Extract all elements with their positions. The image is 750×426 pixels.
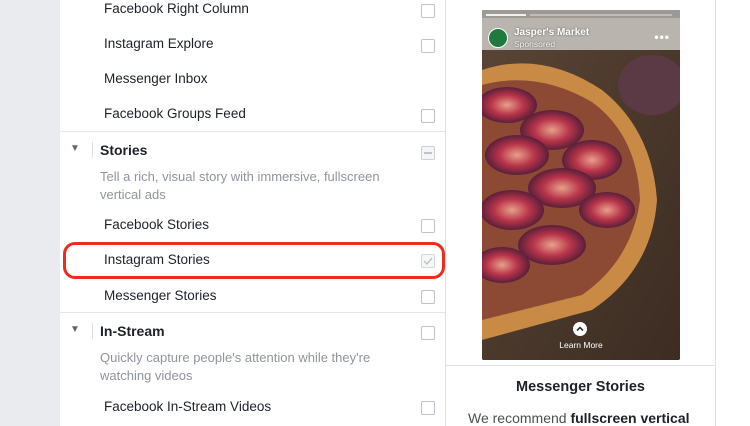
section-title: Stories xyxy=(100,142,148,158)
placement-checkbox[interactable] xyxy=(421,4,435,18)
placement-label: Messenger Inbox xyxy=(104,71,208,86)
section-description: Quickly capture people's attention while… xyxy=(100,350,371,383)
placement-label: Facebook Stories xyxy=(104,217,210,232)
caret-down-icon[interactable]: ▼ xyxy=(70,324,80,335)
chevron-up-circle-icon[interactable] xyxy=(573,322,587,336)
more-horizontal-icon[interactable]: ••• xyxy=(654,30,670,44)
section-divider xyxy=(60,131,445,132)
section-separator xyxy=(92,323,93,339)
story-progress-track xyxy=(530,14,672,16)
placement-checkbox[interactable] xyxy=(421,39,435,53)
placement-checkbox[interactable] xyxy=(421,401,435,415)
brand-avatar[interactable] xyxy=(488,28,508,48)
recommendation-prefix: We recommend xyxy=(468,410,571,426)
chevron-up-icon xyxy=(576,326,584,332)
ad-header: Jasper's Market Sponsored ••• xyxy=(488,18,674,49)
placement-label: Facebook Groups Feed xyxy=(104,106,246,121)
brand-name[interactable]: Jasper's Market xyxy=(514,27,589,38)
placement-label: Facebook Right Column xyxy=(104,1,249,16)
placement-checkbox[interactable] xyxy=(421,290,435,304)
section-description: Tell a rich, visual story with immersive… xyxy=(100,169,380,202)
food-photo xyxy=(482,10,680,360)
highlight-annotation xyxy=(63,242,445,279)
section-header-stories[interactable]: ▼ Stories xyxy=(60,140,445,164)
preview-recommendation: We recommend fullscreen vertical xyxy=(468,410,690,426)
placement-checkbox[interactable] xyxy=(421,219,435,233)
section-header-instream[interactable]: ▼ In-Stream xyxy=(60,321,445,345)
section-divider xyxy=(60,312,445,313)
placement-label: Facebook In-Stream Videos xyxy=(104,399,272,414)
preview-placement-title: Messenger Stories xyxy=(516,379,645,395)
section-separator xyxy=(92,142,93,158)
placements-panel: Facebook Right Column Instagram Explore … xyxy=(60,0,446,426)
preview-divider xyxy=(446,365,715,366)
cta-label[interactable]: Learn More xyxy=(482,340,680,350)
section-checkbox[interactable] xyxy=(421,326,435,340)
section-title: In-Stream xyxy=(100,323,165,339)
story-progress-active xyxy=(486,14,526,16)
placement-checkbox[interactable] xyxy=(421,109,435,123)
recommendation-bold: fullscreen vertical xyxy=(570,410,690,426)
story-ad-preview[interactable]: Jasper's Market Sponsored ••• Learn More xyxy=(482,10,680,360)
section-checkbox[interactable] xyxy=(421,146,435,160)
placement-label: Instagram Explore xyxy=(104,36,214,51)
placement-label: Messenger Stories xyxy=(104,288,217,303)
right-gutter xyxy=(715,0,750,426)
sponsored-label: Sponsored xyxy=(514,39,556,49)
caret-down-icon[interactable]: ▼ xyxy=(70,143,80,154)
